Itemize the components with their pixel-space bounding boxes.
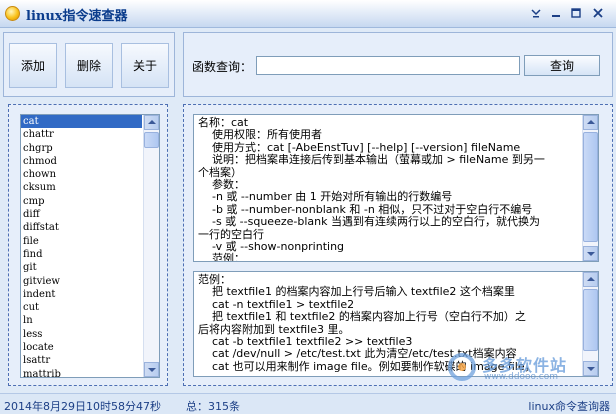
query-panel: 函数查询： 查询 bbox=[183, 32, 613, 97]
list-item[interactable]: lsattr bbox=[21, 354, 159, 367]
list-item[interactable]: chattr bbox=[21, 128, 159, 141]
list-item[interactable]: file bbox=[21, 235, 159, 248]
scroll-thumb[interactable] bbox=[583, 289, 598, 351]
scroll-up-icon[interactable] bbox=[583, 115, 598, 130]
text-line: 范例： bbox=[198, 252, 245, 262]
description-textbox[interactable]: 名称：cat 使用权限：所有使用者 使用方式：cat [-AbeEnstTuv]… bbox=[193, 114, 599, 262]
list-item[interactable]: mattrib bbox=[21, 368, 159, 377]
list-item[interactable]: cksum bbox=[21, 181, 159, 194]
query-label: 函数查询： bbox=[192, 60, 253, 74]
command-list-panel: cat chattr chgrp chmod chown cksum cmp diff diff… bbox=[8, 104, 168, 386]
about-button[interactable]: 关于 bbox=[121, 43, 169, 88]
text-line: 说明：把档案串连接后传到基本输出（萤幕或加 > fileName 到另一 bbox=[198, 153, 545, 167]
status-total-count: 总：315条 bbox=[186, 400, 240, 413]
query-input[interactable] bbox=[256, 56, 520, 75]
close-icon[interactable] bbox=[590, 6, 606, 21]
scroll-down-icon[interactable] bbox=[144, 362, 159, 377]
watermark-url: www.ddooo.com bbox=[484, 372, 558, 382]
text-line: -s 或 --squeeze-blank 当遇到有连续两行以上的空白行，就代换为 bbox=[198, 215, 540, 229]
maximize-icon[interactable] bbox=[568, 6, 584, 21]
command-list[interactable]: cat chattr chgrp chmod chown cksum cmp diff diff… bbox=[20, 114, 160, 378]
scroll-up-icon[interactable] bbox=[583, 272, 598, 287]
window-title: linux指令速查器 bbox=[26, 9, 128, 24]
list-item[interactable]: cat bbox=[21, 115, 142, 129]
list-item[interactable]: diffstat bbox=[21, 221, 159, 234]
list-item[interactable]: cmp bbox=[21, 195, 159, 208]
list-item[interactable]: gitview bbox=[21, 275, 159, 288]
toolbar-panel: 添加 删除 关于 bbox=[3, 32, 175, 97]
text-line: -v 或 --show-nonprinting bbox=[198, 239, 345, 253]
add-button[interactable]: 添加 bbox=[9, 43, 57, 88]
text-line: -n 或 --number 由 1 开始对所有输出的行数编号 bbox=[198, 190, 453, 204]
text-line: 把 textfile1 和 textfile2 的档案内容加上行号（空白行不加）… bbox=[198, 310, 526, 324]
scroll-up-icon[interactable] bbox=[144, 115, 159, 130]
status-time: 2014年8月29日10时58分47秒 bbox=[4, 400, 161, 413]
watermark: 多多软件站 www.ddooo.com bbox=[448, 352, 588, 386]
scroll-down-icon[interactable] bbox=[583, 246, 598, 261]
list-item[interactable]: ln bbox=[21, 314, 159, 327]
list-item[interactable]: chmod bbox=[21, 155, 159, 168]
scroll-thumb[interactable] bbox=[583, 132, 598, 242]
scroll-thumb[interactable] bbox=[144, 132, 159, 148]
query-button[interactable]: 查询 bbox=[524, 55, 600, 76]
delete-button[interactable]: 删除 bbox=[65, 43, 113, 88]
list-scrollbar[interactable] bbox=[143, 115, 159, 377]
list-item[interactable]: less bbox=[21, 328, 159, 341]
app-icon bbox=[5, 6, 20, 21]
dropdown-icon[interactable] bbox=[528, 6, 544, 21]
text-line: 使用权限：所有使用者 bbox=[198, 128, 322, 142]
list-item[interactable]: chgrp bbox=[21, 142, 159, 155]
status-app-name: linux命令查询器 bbox=[528, 400, 610, 413]
list-item[interactable]: git bbox=[21, 261, 159, 274]
list-item[interactable]: cut bbox=[21, 301, 159, 314]
list-item[interactable]: diff bbox=[21, 208, 159, 221]
watermark-logo-icon bbox=[448, 353, 476, 381]
minimize-icon[interactable] bbox=[548, 6, 564, 21]
list-item[interactable]: locate bbox=[21, 341, 159, 354]
text-line: 个档案） bbox=[198, 165, 242, 179]
text-line: 把 textfile1 的档案内容加上行号后输入 textfile2 这个档案里 bbox=[198, 285, 515, 299]
detail-panel: 名称：cat 使用权限：所有使用者 使用方式：cat [-AbeEnstTuv]… bbox=[183, 104, 613, 386]
list-item[interactable]: find bbox=[21, 248, 159, 261]
list-item[interactable]: chown bbox=[21, 168, 159, 181]
description-scrollbar[interactable] bbox=[582, 115, 598, 261]
title-bar: linux指令速查器 bbox=[0, 0, 616, 28]
list-item[interactable]: indent bbox=[21, 288, 159, 301]
status-bar: 2014年8月29日10时58分47秒 总：315条 linux命令查询器 bbox=[0, 393, 616, 414]
